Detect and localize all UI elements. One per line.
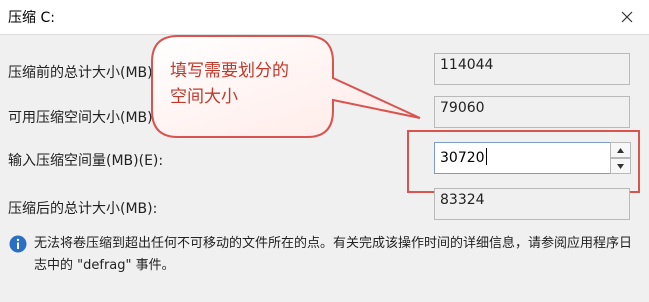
callout-bubble <box>151 35 421 138</box>
callout-text: 填写需要划分的 空间大小 <box>170 58 320 110</box>
callout-line-1: 填写需要划分的 <box>170 61 289 81</box>
callout-line-2: 空间大小 <box>170 87 238 107</box>
